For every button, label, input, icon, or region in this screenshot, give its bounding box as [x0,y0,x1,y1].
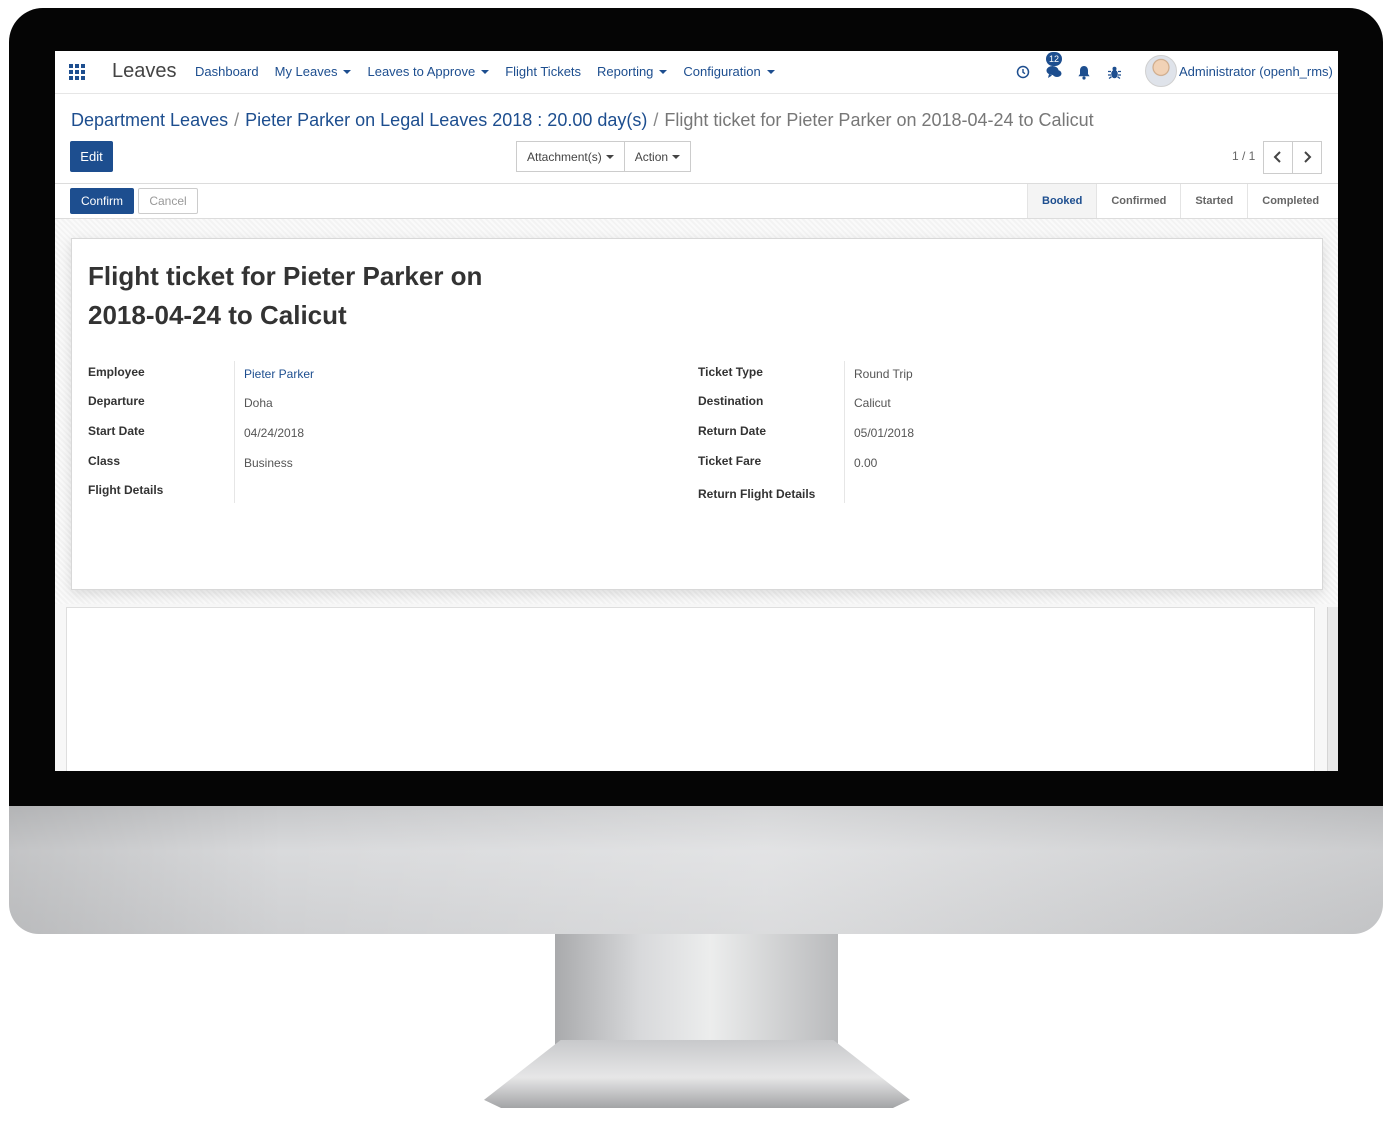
menu-item-flight-tickets[interactable]: Flight Tickets [505,64,581,79]
menu-item-label: Leaves to Approve [367,64,476,79]
stage-pipeline: Booked Confirmed Started Completed [1027,184,1333,218]
apps-grid-icon[interactable] [69,64,87,80]
chevron-right-icon [1304,151,1312,163]
caret-down-icon [659,70,668,74]
menu-item-leaves-to-approve[interactable]: Leaves to Approve [367,64,490,79]
breadcrumb-separator: / [234,110,240,130]
bell-icon[interactable] [1077,65,1091,80]
stage-confirmed[interactable]: Confirmed [1096,184,1180,218]
class-value: Business [244,456,293,470]
chatter-area [66,607,1315,771]
action-dropdown[interactable]: Action [624,141,692,172]
pager-previous-button[interactable] [1263,141,1293,174]
scrollbar[interactable] [1327,607,1338,771]
stage-booked[interactable]: Booked [1027,184,1097,218]
screen: Leaves Dashboard My Leaves Leaves to App… [55,51,1338,771]
pager-next-button[interactable] [1292,141,1322,174]
form-statusbar: Confirm Cancel Booked Confirmed Started … [55,184,1338,219]
attachments-dropdown[interactable]: Attachment(s) [516,141,625,172]
return-date-value: 05/01/2018 [854,426,915,440]
stage-completed[interactable]: Completed [1247,184,1333,218]
menu-item-label: Flight Tickets [505,64,582,79]
destination-value: Calicut [854,396,891,410]
menu-item-label: Reporting [597,64,654,79]
return-date-label: Return Date [698,424,767,438]
monitor-stand-foot [484,1040,910,1108]
confirm-button[interactable]: Confirm [70,188,134,214]
chat-icon[interactable]: 12 [1046,52,1062,79]
stage-started[interactable]: Started [1180,184,1247,218]
control-panel: Department Leaves / Pieter Parker on Legal… [55,94,1338,184]
form-sheet: Flight ticket for Pieter Parker on 2018-… [71,238,1323,590]
start-date-label: Start Date [88,424,145,438]
app-name: Leaves [112,60,177,82]
user-menu[interactable]: Administrator (openh_rms) [1179,64,1333,79]
pager-value[interactable]: 1 / 1 [1232,149,1255,163]
top-navbar: Leaves Dashboard My Leaves Leaves to App… [55,51,1338,94]
record-title: Flight ticket for Pieter Parker on 2018-… [88,261,483,330]
caret-down-icon [343,70,352,74]
user-avatar[interactable] [1145,55,1177,87]
menu-item-dashboard[interactable]: Dashboard [195,64,259,79]
bug-icon[interactable] [1107,65,1121,80]
ticket-fare-value: 0.00 [854,456,878,470]
menu-item-label: Configuration [683,64,761,79]
caret-down-icon [766,70,775,74]
main-menu: Dashboard My Leaves Leaves to Approve Fl… [195,64,791,79]
menu-item-label: My Leaves [274,64,338,79]
field-divider [234,361,235,503]
cancel-button[interactable]: Cancel [138,188,198,214]
start-date-value: 04/24/2018 [244,426,305,440]
breadcrumb-separator: / [653,110,659,130]
attachments-label: Attachment(s) [527,149,602,164]
ticket-type-value: Round Trip [854,367,913,381]
destination-label: Destination [698,394,764,408]
field-divider [844,361,845,503]
sidebar-actions: Attachment(s) Action [516,141,692,172]
edit-button[interactable]: Edit [70,141,113,172]
breadcrumb-department-leaves[interactable]: Department Leaves [71,110,228,130]
flight-details-label: Flight Details [88,483,164,497]
menu-item-configuration[interactable]: Configuration [683,64,775,79]
employee-value[interactable]: Pieter Parker [244,367,314,381]
ticket-type-label: Ticket Type [698,365,763,379]
menu-item-label: Dashboard [195,64,259,79]
action-label: Action [634,149,669,164]
menu-item-my-leaves[interactable]: My Leaves [275,64,352,79]
caret-down-icon [481,70,490,74]
employee-label: Employee [88,365,145,379]
return-flight-details-label: Return Flight Details [698,487,816,501]
monitor-stand-neck [555,934,838,1054]
messages-badge: 12 [1046,52,1062,66]
caret-down-icon [672,154,681,159]
ticket-fare-label: Ticket Fare [698,454,762,468]
breadcrumb: Department Leaves / Pieter Parker on Legal… [71,110,1094,131]
class-label: Class [88,454,121,468]
breadcrumb-leave-record[interactable]: Pieter Parker on Legal Leaves 2018 : 20.… [245,110,647,130]
clock-icon[interactable] [1016,65,1030,79]
caret-down-icon [605,154,614,159]
breadcrumb-current: Flight ticket for Pieter Parker on 2018-… [664,110,1094,130]
departure-label: Departure [88,394,145,408]
departure-value: Doha [244,396,273,410]
chevron-left-icon [1273,151,1281,163]
menu-item-reporting[interactable]: Reporting [597,64,668,79]
monitor-chin-shade [9,806,1383,934]
